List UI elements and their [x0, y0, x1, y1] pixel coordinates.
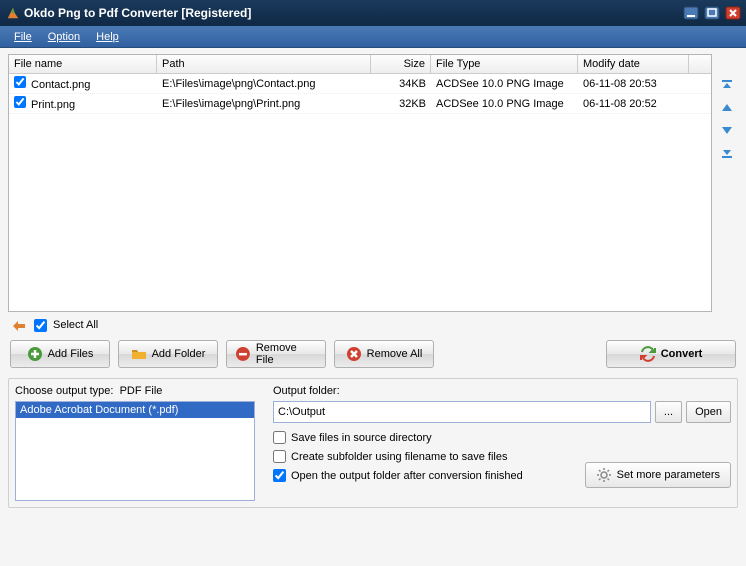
- header-modifydate[interactable]: Modify date: [578, 55, 689, 73]
- row-type: ACDSee 10.0 PNG Image: [431, 96, 578, 112]
- remove-all-icon: [346, 346, 362, 362]
- bottom-panel: Choose output type: PDF File Adobe Acrob…: [8, 378, 738, 508]
- main-area: File name Path Size File Type Modify dat…: [0, 48, 746, 566]
- convert-button[interactable]: Convert: [606, 340, 736, 368]
- output-folder-input[interactable]: [273, 401, 651, 423]
- convert-label: Convert: [661, 348, 703, 360]
- header-size[interactable]: Size: [371, 55, 431, 73]
- output-folder-label: Output folder:: [273, 385, 731, 397]
- folder-icon: [131, 346, 147, 362]
- row-date: 06-11-08 20:53: [578, 76, 689, 92]
- menu-help[interactable]: Help: [88, 28, 127, 46]
- header-path[interactable]: Path: [157, 55, 371, 73]
- move-down-button[interactable]: [719, 122, 735, 138]
- file-table: File name Path Size File Type Modify dat…: [8, 54, 712, 312]
- remove-all-button[interactable]: Remove All: [334, 340, 434, 368]
- row-path: E:\Files\image\png\Contact.png: [157, 76, 371, 92]
- remove-all-label: Remove All: [367, 348, 423, 360]
- add-files-button[interactable]: Add Files: [10, 340, 110, 368]
- open-folder-button[interactable]: Open: [686, 401, 731, 423]
- gear-icon: [596, 467, 612, 483]
- output-format-selected[interactable]: Adobe Acrobat Document (*.pdf): [16, 402, 254, 418]
- row-date: 06-11-08 20:52: [578, 96, 689, 112]
- output-format-list[interactable]: Adobe Acrobat Document (*.pdf): [15, 401, 255, 501]
- more-parameters-button[interactable]: Set more parameters: [585, 462, 731, 488]
- output-type-section: Choose output type: PDF File Adobe Acrob…: [15, 385, 255, 501]
- row-type: ACDSee 10.0 PNG Image: [431, 76, 578, 92]
- selectall-row: Select All: [8, 312, 738, 334]
- add-folder-label: Add Folder: [152, 348, 206, 360]
- table-row[interactable]: Contact.pngE:\Files\image\png\Contact.pn…: [9, 74, 711, 94]
- titlebar: Okdo Png to Pdf Converter [Registered]: [0, 0, 746, 26]
- table-header: File name Path Size File Type Modify dat…: [9, 55, 711, 74]
- row-path: E:\Files\image\png\Print.png: [157, 96, 371, 112]
- browse-button[interactable]: ...: [655, 401, 682, 423]
- action-buttons: Add Files Add Folder Remove File Remove …: [8, 334, 738, 374]
- close-button[interactable]: [724, 5, 742, 21]
- row-checkbox[interactable]: [14, 96, 26, 108]
- add-folder-button[interactable]: Add Folder: [118, 340, 218, 368]
- output-folder-section: Output folder: ... Open Save files in so…: [273, 385, 731, 501]
- remove-icon: [235, 346, 251, 362]
- save-source-checkbox[interactable]: [273, 431, 286, 444]
- more-parameters-label: Set more parameters: [617, 469, 720, 481]
- menubar: File Option Help: [0, 26, 746, 48]
- selectall-label: Select All: [53, 319, 98, 331]
- header-filetype[interactable]: File Type: [431, 55, 578, 73]
- menu-option[interactable]: Option: [40, 28, 88, 46]
- row-checkbox[interactable]: [14, 76, 26, 88]
- app-icon: [6, 6, 20, 20]
- table-body: Contact.pngE:\Files\image\png\Contact.pn…: [9, 74, 711, 311]
- maximize-button[interactable]: [703, 5, 721, 21]
- table-row[interactable]: Print.pngE:\Files\image\png\Print.png32K…: [9, 94, 711, 114]
- save-source-label: Save files in source directory: [291, 432, 432, 444]
- open-after-checkbox[interactable]: [273, 469, 286, 482]
- menu-file[interactable]: File: [6, 28, 40, 46]
- open-after-label: Open the output folder after conversion …: [291, 470, 523, 482]
- add-files-label: Add Files: [48, 348, 94, 360]
- remove-file-label: Remove File: [256, 342, 317, 366]
- create-subfolder-checkbox[interactable]: [273, 450, 286, 463]
- remove-file-button[interactable]: Remove File: [226, 340, 326, 368]
- create-subfolder-label: Create subfolder using filename to save …: [291, 451, 507, 463]
- move-top-button[interactable]: [719, 78, 735, 94]
- row-size: 34KB: [371, 76, 431, 92]
- minimize-button[interactable]: [682, 5, 700, 21]
- selectall-checkbox[interactable]: [34, 319, 47, 332]
- convert-icon: [640, 346, 656, 362]
- add-icon: [27, 346, 43, 362]
- window-title: Okdo Png to Pdf Converter [Registered]: [24, 6, 679, 20]
- move-up-button[interactable]: [719, 100, 735, 116]
- row-size: 32KB: [371, 96, 431, 112]
- up-folder-icon[interactable]: [12, 318, 28, 332]
- move-bottom-button[interactable]: [719, 144, 735, 160]
- output-type-label: Choose output type: PDF File: [15, 385, 255, 397]
- header-filename[interactable]: File name: [9, 55, 157, 73]
- reorder-arrows: [716, 54, 738, 312]
